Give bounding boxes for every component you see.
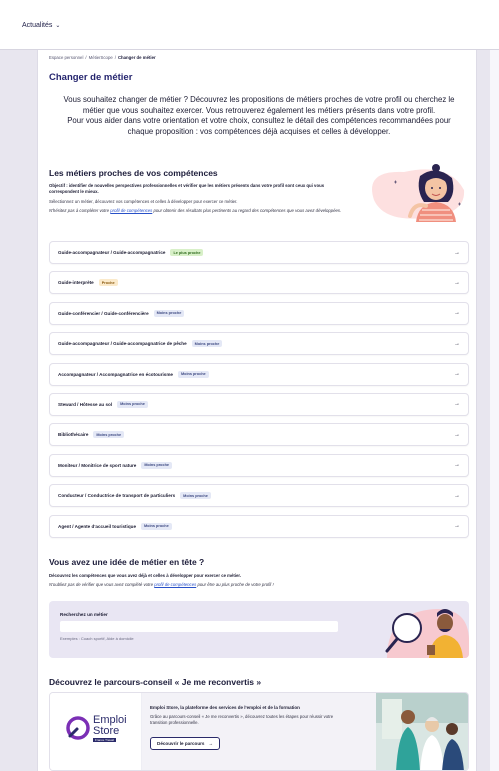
breadcrumb-link-metierscope[interactable]: MétierScope — [89, 55, 113, 60]
proximity-badge: Moins proche — [153, 309, 185, 317]
job-search-label: Recherchez un métier — [60, 612, 108, 617]
logo-line: Store — [93, 725, 120, 737]
card-title: Emploi Store, la plateforme des services… — [150, 705, 300, 710]
job-label: Conducteur / Conductrice de transport de… — [58, 493, 176, 499]
job-label: Bibliothécaire — [58, 432, 89, 438]
arrow-right-icon: → — [454, 340, 460, 347]
job-list-item[interactable]: Steward / Hôtesse au sol Moins proche → — [49, 392, 469, 416]
job-idea-tip: N'oubliez pas de vérifier que vous avez … — [49, 582, 274, 587]
emploi-store-card: Emploi Store France Travail Emploi Store… — [49, 692, 469, 771]
job-list-item[interactable]: Conducteur / Conductrice de transport de… — [49, 484, 469, 508]
breadcrumb-separator: / — [114, 55, 116, 60]
arrow-right-icon: → — [454, 249, 460, 256]
proximity-badge: Moins proche — [180, 492, 211, 500]
arrow-right-icon: → — [208, 741, 214, 746]
right-edge-panel — [490, 50, 499, 771]
job-search-panel: Recherchez un métier Exemples : Coach sp… — [49, 601, 469, 658]
proximity-badge: Moins proche — [117, 400, 148, 408]
arrow-right-icon: → — [454, 492, 460, 499]
profile-skills-link[interactable]: profil de compétences — [110, 208, 152, 213]
job-label: Guide-accompagnateur / Guide-accompagnat… — [58, 341, 187, 347]
job-label: Agent / Agente d'accueil touristique — [58, 523, 137, 529]
discover-path-label: Découvrir le parcours — [157, 741, 205, 746]
breadcrumb-separator: / — [85, 55, 87, 60]
emploi-store-logo-icon — [66, 716, 90, 740]
chevron-down-icon: ⌄ — [55, 23, 61, 29]
job-idea-desc: Découvrez les compétences que vous avez … — [49, 573, 242, 578]
people-photo — [376, 693, 468, 770]
actualites-menu-label: Actualités — [22, 22, 53, 29]
tip-text: pour obtenir des résultats plus pertinen… — [152, 208, 342, 213]
job-list-item[interactable]: Guide-interprète Proche → — [49, 271, 469, 295]
intro-text: Vous souhaitez changer de métier ? Décou… — [49, 95, 469, 137]
logo-wordmark: Emploi Store — [93, 715, 127, 737]
profile-skills-link[interactable]: profil de compétences — [154, 582, 196, 587]
arrow-right-icon: → — [454, 279, 460, 286]
breadcrumb: Espace personnel / MétierScope / Changer… — [49, 55, 156, 60]
arrow-right-icon: → — [454, 523, 460, 530]
intro-line: métier que vous souhaitez exercer. Vous … — [82, 105, 436, 115]
job-label: Accompagnateur / Accompagnatrice en écot… — [58, 371, 173, 377]
card-description: Grâce au parcours-conseil « Je me reconv… — [150, 714, 334, 725]
tip-text: N'oubliez pas de vérifier que vous avez … — [49, 582, 155, 587]
job-search-input[interactable] — [60, 621, 338, 632]
job-label: Moniteur / Monitrice de sport nature — [58, 462, 137, 468]
job-list-item[interactable]: Guide-conférencier / Guide-conférencière… — [49, 301, 469, 325]
proximity-badge: Moins proche — [93, 431, 125, 439]
breadcrumb-current: Changer de métier — [117, 55, 156, 60]
close-jobs-title: Les métiers proches de vos compétences — [49, 168, 218, 178]
close-jobs-objective: Objectif : identifier de nouvelles persp… — [49, 183, 325, 194]
proximity-badge: Moins proche — [177, 370, 209, 378]
job-label: Guide-interprète — [58, 280, 94, 286]
job-label: Guide-conférencier / Guide-conférencière — [58, 310, 149, 316]
job-search-examples: Exemples : Coach sportif, Aide à domicil… — [60, 636, 134, 641]
job-list-item[interactable]: Guide-accompagnateur / Guide-accompagnat… — [49, 241, 469, 264]
job-list-item[interactable]: Bibliothécaire Moins proche → — [49, 423, 469, 447]
proximity-badge: Le plus proche — [170, 249, 204, 256]
close-jobs-tip: N'hésitez pas à compléter votre profil d… — [49, 208, 349, 214]
arrow-right-icon: → — [454, 310, 460, 317]
page-title: Changer de métier — [49, 72, 133, 83]
tip-text: pour être au plus proche de votre profil… — [196, 582, 274, 587]
proximity-badge: Moins proche — [141, 461, 173, 469]
woman-illustration — [372, 164, 465, 222]
job-idea-title: Vous avez une idée de métier en tête ? — [49, 557, 205, 567]
magnifier-man-illustration — [385, 609, 469, 658]
intro-line: Pour vous aider dans votre orientation e… — [67, 116, 451, 126]
job-list-item[interactable]: Guide-accompagnateur / Guide-accompagnat… — [49, 332, 469, 356]
reconversion-title: Découvrez le parcours-conseil « Je me re… — [49, 677, 262, 687]
discover-path-button[interactable]: Découvrir le parcours → — [150, 737, 221, 750]
arrow-right-icon: → — [454, 462, 460, 469]
arrow-right-icon: → — [454, 401, 460, 408]
job-label: Steward / Hôtesse au sol — [58, 401, 113, 407]
close-jobs-list: Guide-accompagnateur / Guide-accompagnat… — [49, 241, 469, 545]
breadcrumb-link-espace[interactable]: Espace personnel — [49, 55, 83, 60]
job-list-item[interactable]: Moniteur / Monitrice de sport nature Moin… — [49, 453, 469, 477]
emploi-store-logo: Emploi Store France Travail — [50, 693, 142, 770]
intro-line: chaque proposition : vos compétences déj… — [127, 126, 391, 136]
logo-tag: France Travail — [93, 738, 117, 742]
proximity-badge: Moins proche — [191, 340, 223, 348]
job-label: Guide-accompagnateur / Guide-accompagnat… — [58, 250, 166, 255]
close-jobs-select-hint: Sélectionnez un métier, découvrez vos co… — [49, 199, 238, 204]
arrow-right-icon: → — [454, 371, 460, 378]
proximity-badge: Moins proche — [141, 522, 172, 530]
actualites-menu[interactable]: Actualités ⌄ — [22, 22, 60, 29]
arrow-right-icon: → — [454, 431, 460, 438]
top-navigation-bar: Actualités ⌄ — [0, 0, 499, 50]
job-list-item[interactable]: Accompagnateur / Accompagnatrice en écot… — [49, 362, 469, 386]
proximity-badge: Proche — [98, 279, 118, 287]
job-list-item[interactable]: Agent / Agente d'accueil touristique Moin… — [49, 514, 469, 538]
main-content: Espace personnel / MétierScope / Changer… — [37, 50, 477, 771]
intro-line: Vous souhaitez changer de métier ? Décou… — [63, 95, 455, 104]
tip-text: N'hésitez pas à compléter votre — [49, 208, 111, 213]
